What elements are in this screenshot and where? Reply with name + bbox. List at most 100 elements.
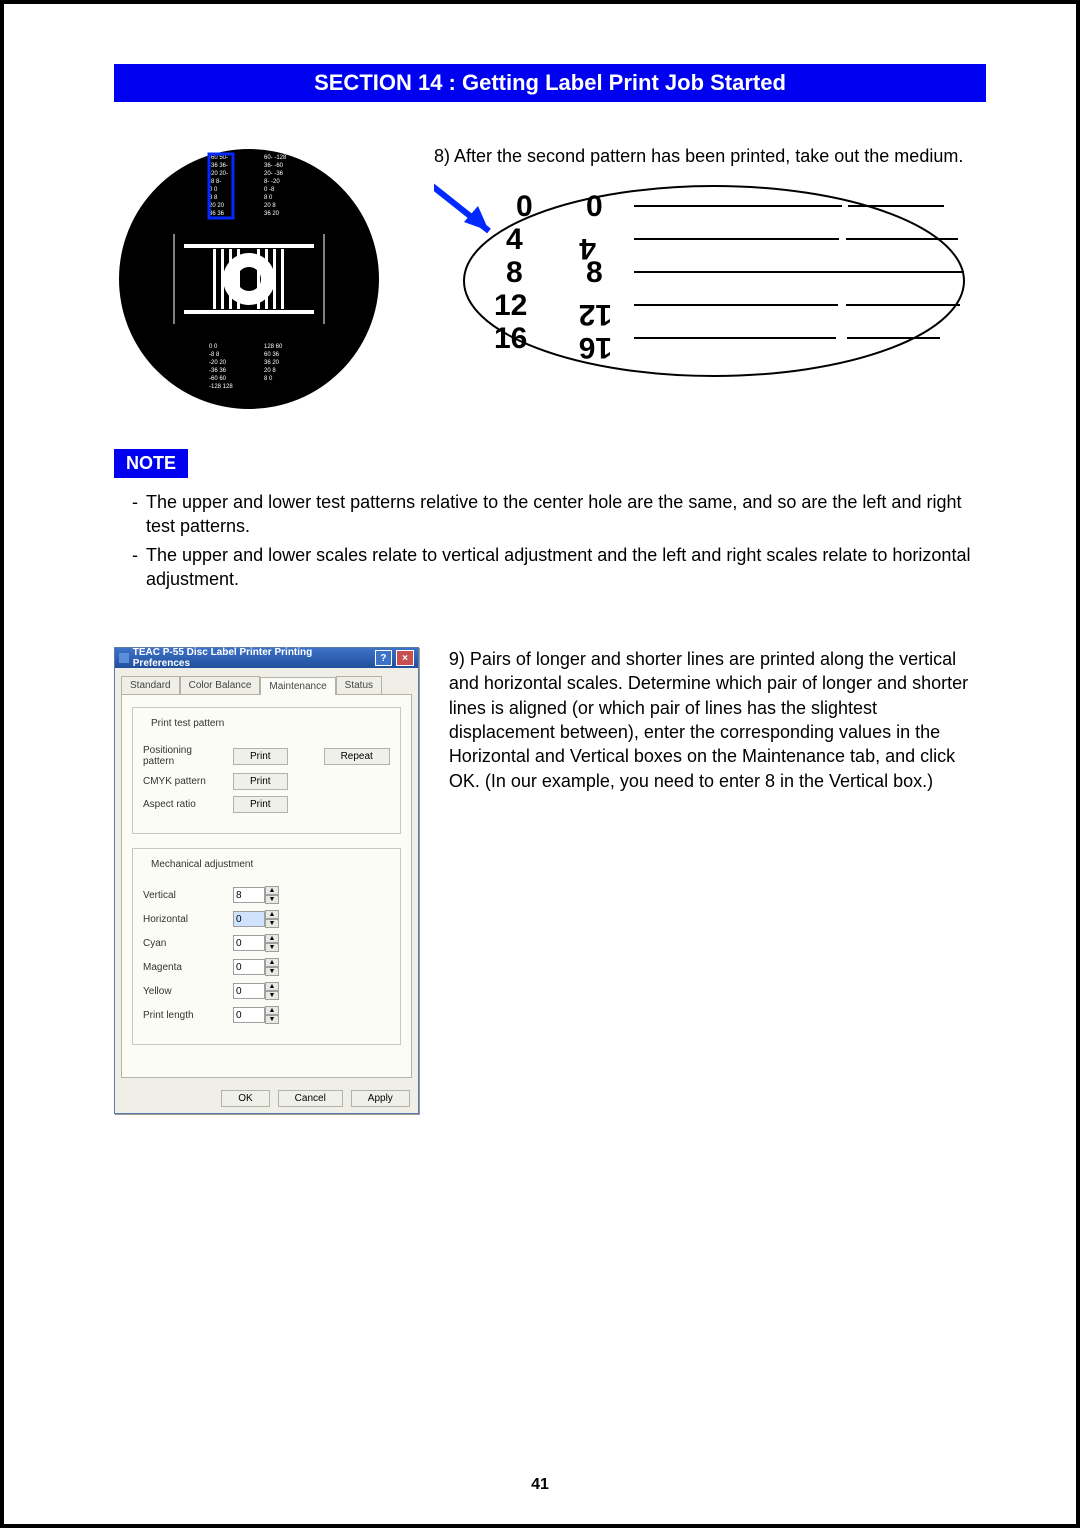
group-title: Mechanical adjustment — [147, 859, 257, 870]
close-button[interactable]: × — [396, 650, 414, 666]
svg-text:-36 36: -36 36 — [209, 368, 227, 374]
svg-text:0 0: 0 0 — [209, 344, 218, 350]
note-list: The upper and lower test patterns relati… — [132, 490, 986, 591]
preferences-dialog: TEAC P-55 Disc Label Printer Printing Pr… — [114, 647, 419, 1114]
adj-label: Cyan — [143, 938, 225, 949]
step-8-block: 8) After the second pattern has been pri… — [434, 144, 986, 419]
svg-text:0: 0 — [586, 190, 603, 223]
spin-down[interactable]: ▼ — [265, 967, 279, 976]
svg-text:0: 0 — [516, 190, 533, 223]
adj-label: Horizontal — [143, 914, 225, 925]
svg-text:16: 16 — [579, 331, 612, 364]
yellow-spinner[interactable]: ▲▼ — [233, 982, 279, 1000]
svg-text:-20 20: -20 20 — [209, 360, 227, 366]
repeat-button[interactable]: Repeat — [324, 748, 390, 765]
ellipse-zoom-icon: 0 4 8 12 16 0 4 8 12 16 — [434, 176, 974, 386]
svg-text:36 20: 36 20 — [264, 360, 280, 366]
group-title: Print test pattern — [147, 718, 228, 729]
tab-color-balance[interactable]: Color Balance — [180, 676, 261, 694]
yellow-input[interactable] — [233, 983, 265, 999]
spin-up[interactable]: ▲ — [265, 1006, 279, 1015]
spin-up[interactable]: ▲ — [265, 910, 279, 919]
svg-text:36- -60: 36- -60 — [264, 163, 284, 169]
adj-label: Magenta — [143, 962, 225, 973]
tab-panel-maintenance: Print test pattern Positioning pattern P… — [121, 694, 412, 1078]
print-button[interactable]: Print — [233, 796, 288, 813]
note-item: The upper and lower test patterns relati… — [132, 490, 986, 539]
print-button[interactable]: Print — [233, 748, 288, 765]
dialog-title: TEAC P-55 Disc Label Printer Printing Pr… — [133, 647, 367, 669]
dialog-actions: OK Cancel Apply — [115, 1084, 418, 1113]
note-badge: NOTE — [114, 449, 188, 478]
horizontal-spinner[interactable]: ▲▼ — [233, 910, 279, 928]
adj-label: Print length — [143, 1010, 225, 1021]
svg-text:8: 8 — [506, 256, 523, 289]
tab-standard[interactable]: Standard — [121, 676, 180, 694]
svg-text:36 20: 36 20 — [264, 211, 280, 217]
magenta-input[interactable] — [233, 959, 265, 975]
spin-up[interactable]: ▲ — [265, 886, 279, 895]
spin-down[interactable]: ▼ — [265, 1015, 279, 1024]
svg-text:20 20: 20 20 — [209, 203, 225, 209]
figure-row-1: -60 50--36 36--20 20--8 8-0 08 820 2036 … — [114, 144, 986, 419]
svg-text:0 -8: 0 -8 — [264, 187, 275, 193]
svg-text:-20 20-: -20 20- — [209, 171, 228, 177]
tab-maintenance[interactable]: Maintenance — [260, 677, 335, 695]
dialog-titlebar: TEAC P-55 Disc Label Printer Printing Pr… — [115, 648, 418, 668]
print-button[interactable]: Print — [233, 773, 288, 790]
svg-text:8 0: 8 0 — [264, 376, 273, 382]
step-9-block: 9) Pairs of longer and shorter lines are… — [449, 647, 986, 1114]
page: SECTION 14 : Getting Label Print Job Sta… — [0, 0, 1080, 1528]
svg-text:8: 8 — [586, 256, 603, 289]
svg-text:36 36: 36 36 — [209, 211, 225, 217]
mechanical-adjustment-group: Mechanical adjustment Vertical▲▼ Horizon… — [132, 848, 401, 1045]
page-number: 41 — [4, 1476, 1076, 1494]
svg-text:-36 36-: -36 36- — [209, 163, 228, 169]
svg-text:60- -128: 60- -128 — [264, 155, 287, 161]
ellipse-detail-figure: 0 4 8 12 16 0 4 8 12 16 — [434, 176, 986, 392]
svg-text:-128 128: -128 128 — [209, 384, 233, 390]
tab-status[interactable]: Status — [336, 676, 382, 694]
disc-pattern-icon: -60 50--36 36--20 20--8 8-0 08 820 2036 … — [114, 144, 384, 414]
svg-text:128 60: 128 60 — [264, 344, 283, 350]
svg-text:20 8: 20 8 — [264, 368, 276, 374]
cancel-button[interactable]: Cancel — [278, 1090, 343, 1107]
row-label: Positioning pattern — [143, 745, 225, 767]
help-button[interactable]: ? — [375, 650, 393, 666]
app-icon — [119, 653, 129, 663]
svg-text:-8 8: -8 8 — [209, 352, 220, 358]
spin-up[interactable]: ▲ — [265, 958, 279, 967]
svg-text:4: 4 — [506, 223, 523, 256]
spin-down[interactable]: ▼ — [265, 991, 279, 1000]
adj-label: Vertical — [143, 890, 225, 901]
svg-text:-8 8-: -8 8- — [209, 179, 221, 185]
row-label: CMYK pattern — [143, 776, 225, 787]
spin-up[interactable]: ▲ — [265, 982, 279, 991]
svg-text:12: 12 — [579, 298, 612, 331]
spin-down[interactable]: ▼ — [265, 895, 279, 904]
svg-text:20 8: 20 8 — [264, 203, 276, 209]
spin-up[interactable]: ▲ — [265, 934, 279, 943]
horizontal-input[interactable] — [233, 911, 265, 927]
magenta-spinner[interactable]: ▲▼ — [233, 958, 279, 976]
apply-button[interactable]: Apply — [351, 1090, 410, 1107]
print-length-spinner[interactable]: ▲▼ — [233, 1006, 279, 1024]
step-8-text: 8) After the second pattern has been pri… — [434, 144, 986, 168]
note-item: The upper and lower scales relate to ver… — [132, 543, 986, 592]
print-length-input[interactable] — [233, 1007, 265, 1023]
svg-text:8- -20: 8- -20 — [264, 179, 280, 185]
svg-text:-60 60: -60 60 — [209, 376, 227, 382]
step-9-text: 9) Pairs of longer and shorter lines are… — [449, 649, 968, 790]
ok-button[interactable]: OK — [221, 1090, 269, 1107]
print-test-pattern-group: Print test pattern Positioning pattern P… — [132, 707, 401, 834]
svg-text:20- -36: 20- -36 — [264, 171, 284, 177]
vertical-input[interactable] — [233, 887, 265, 903]
cyan-input[interactable] — [233, 935, 265, 951]
spin-down[interactable]: ▼ — [265, 919, 279, 928]
cyan-spinner[interactable]: ▲▼ — [233, 934, 279, 952]
row-label: Aspect ratio — [143, 799, 225, 810]
svg-text:16: 16 — [494, 322, 527, 355]
spin-down[interactable]: ▼ — [265, 943, 279, 952]
disc-test-pattern-figure: -60 50--36 36--20 20--8 8-0 08 820 2036 … — [114, 144, 404, 419]
vertical-spinner[interactable]: ▲▼ — [233, 886, 279, 904]
